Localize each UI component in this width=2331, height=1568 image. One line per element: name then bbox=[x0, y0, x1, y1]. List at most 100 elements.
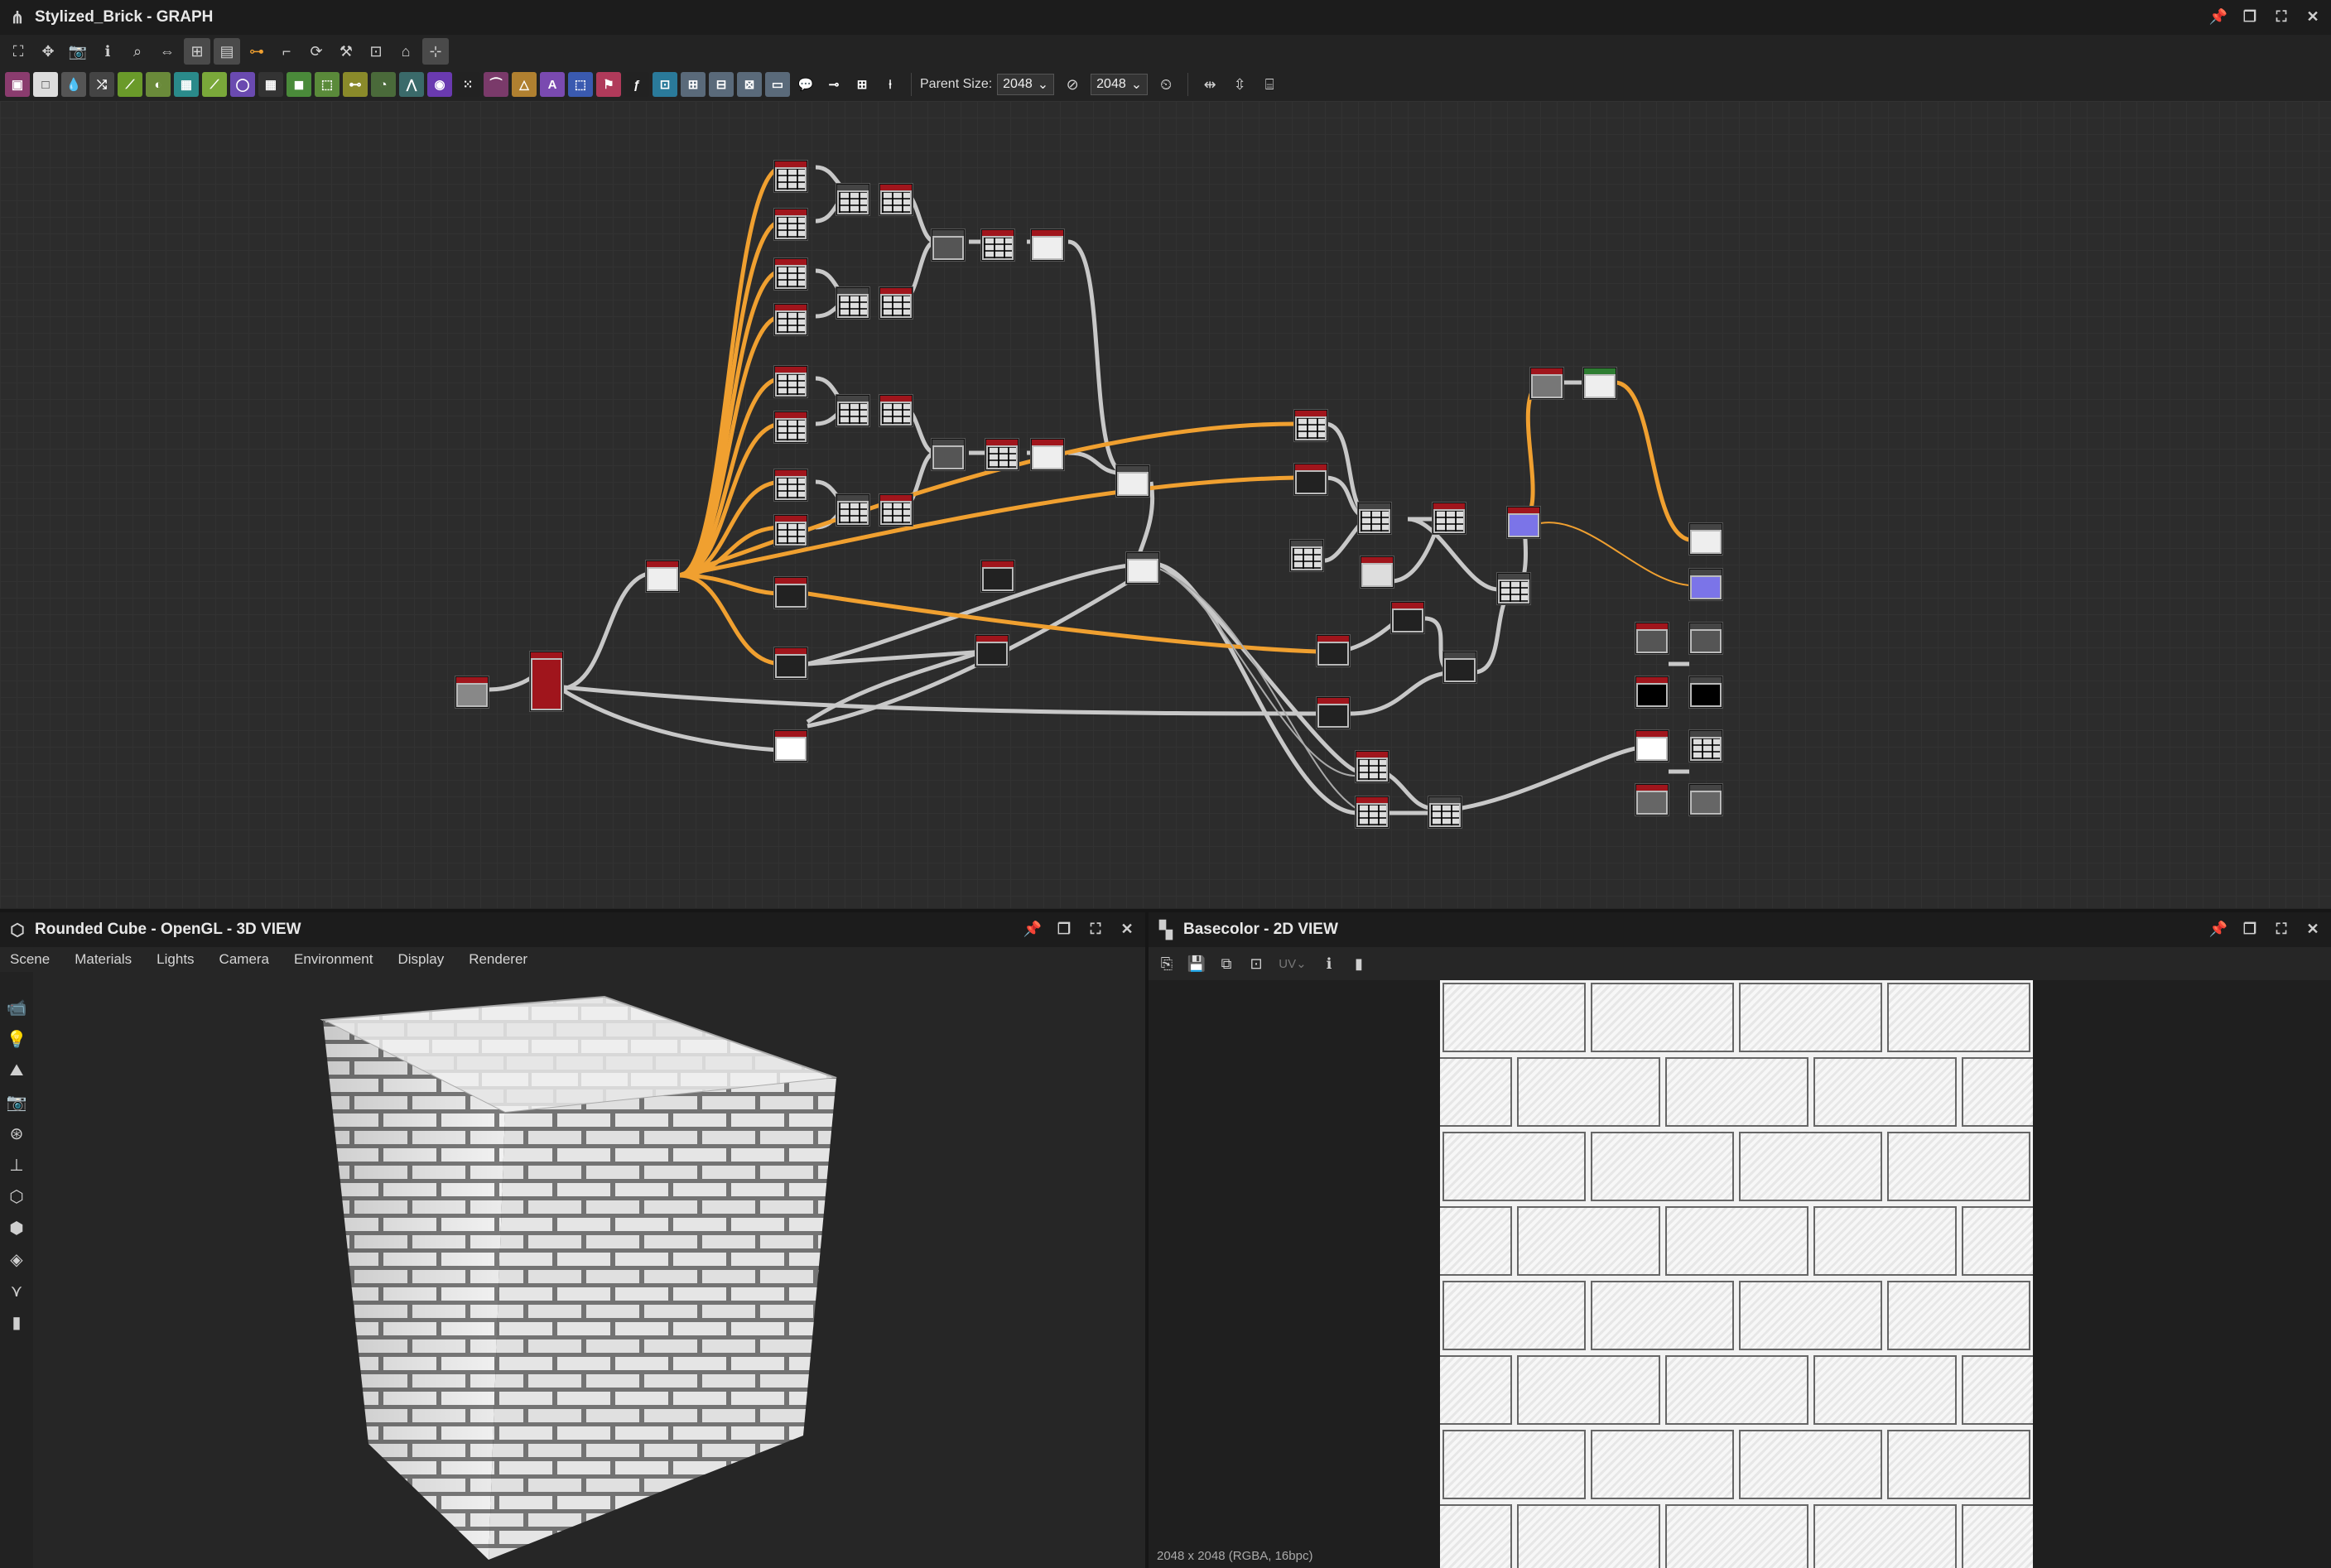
output-size-dropdown[interactable]: 2048 ⌄ bbox=[1091, 74, 1149, 95]
graph-node[interactable] bbox=[1126, 552, 1159, 584]
wireframe-icon[interactable]: ⊛ bbox=[4, 1121, 29, 1146]
graph-node[interactable] bbox=[1031, 439, 1064, 470]
menu-lights[interactable]: Lights bbox=[157, 951, 194, 968]
menu-scene[interactable]: Scene bbox=[10, 951, 50, 968]
graph-node[interactable] bbox=[1583, 368, 1616, 399]
grayscale-node-icon[interactable]: ◐ bbox=[146, 72, 171, 97]
reset-size-icon[interactable]: ⏲ bbox=[1153, 71, 1179, 98]
graph-node[interactable] bbox=[1433, 503, 1466, 534]
graph-node[interactable] bbox=[1290, 540, 1323, 571]
graph-node[interactable] bbox=[985, 439, 1019, 470]
frame-all-icon[interactable]: ⛶ bbox=[5, 38, 31, 65]
graph-node[interactable] bbox=[1361, 556, 1394, 588]
tangent-icon[interactable]: ⋎ bbox=[4, 1278, 29, 1303]
graph-node[interactable] bbox=[1391, 602, 1424, 633]
link-size-icon[interactable]: ⊘ bbox=[1059, 71, 1086, 98]
close-icon[interactable]: ✕ bbox=[2303, 7, 2323, 26]
link-angle-icon[interactable]: ⌐ bbox=[273, 38, 300, 65]
comment-node-icon[interactable]: ▭ bbox=[765, 72, 790, 97]
screenshot-icon[interactable]: 📷 bbox=[4, 1089, 29, 1114]
subgraph-node-icon[interactable]: ⊠ bbox=[737, 72, 762, 97]
pin-icon[interactable]: 📌 bbox=[1023, 919, 1043, 939]
warning-node-icon[interactable]: △ bbox=[512, 72, 537, 97]
histogram-icon[interactable]: ▮ bbox=[1346, 950, 1372, 977]
output-node-icon[interactable]: ⊞ bbox=[681, 72, 706, 97]
stats-icon[interactable]: ▮ bbox=[4, 1310, 29, 1335]
menu-materials[interactable]: Materials bbox=[75, 951, 132, 968]
bounding-box-icon[interactable]: ⬢ bbox=[4, 1215, 29, 1240]
info-icon[interactable]: ℹ bbox=[1316, 950, 1342, 977]
view3d-viewport[interactable] bbox=[33, 972, 1145, 1568]
graph-node[interactable] bbox=[1358, 503, 1391, 534]
graph-node[interactable] bbox=[932, 229, 965, 261]
graph-node[interactable] bbox=[1428, 796, 1462, 828]
graph-node[interactable] bbox=[1031, 229, 1064, 261]
svg-node-icon[interactable]: □ bbox=[33, 72, 58, 97]
graph-node[interactable] bbox=[1530, 368, 1563, 399]
pixel-processor-icon[interactable]: ƒ bbox=[624, 72, 649, 97]
float-icon[interactable]: ❐ bbox=[1054, 919, 1074, 939]
parent-size-dropdown[interactable]: 2048 ⌄ bbox=[997, 74, 1055, 95]
edge-node-icon[interactable]: ⊷ bbox=[343, 72, 368, 97]
transform-node-icon[interactable]: ⤮ bbox=[89, 72, 114, 97]
graph-node[interactable] bbox=[646, 560, 679, 592]
grid-snap-icon[interactable]: ⊹ bbox=[422, 38, 449, 65]
output-node[interactable] bbox=[1689, 784, 1722, 815]
graph-node[interactable] bbox=[1317, 697, 1350, 729]
axis-icon[interactable]: ⊥ bbox=[4, 1152, 29, 1177]
save-icon[interactable]: 💾 bbox=[1183, 950, 1210, 977]
float-icon[interactable]: ❐ bbox=[2240, 919, 2260, 939]
close-icon[interactable]: ✕ bbox=[1117, 919, 1137, 939]
graph-node[interactable] bbox=[836, 395, 869, 426]
align-horizontal-icon[interactable]: ⇹ bbox=[1197, 71, 1223, 98]
text-curve-node-icon[interactable]: ⏜ bbox=[484, 72, 508, 97]
refresh-icon[interactable]: ⟳ bbox=[303, 38, 330, 65]
graph-node[interactable] bbox=[1356, 796, 1389, 828]
graph-node[interactable] bbox=[774, 577, 807, 608]
graph-node[interactable] bbox=[981, 229, 1014, 261]
output-node[interactable] bbox=[1689, 730, 1722, 762]
output-node-basecolor[interactable] bbox=[1689, 523, 1722, 555]
graph-node[interactable] bbox=[932, 439, 965, 470]
graph-node[interactable] bbox=[774, 366, 807, 397]
output-node[interactable] bbox=[1635, 676, 1669, 708]
menu-environment[interactable]: Environment bbox=[294, 951, 373, 968]
frame-selected-icon[interactable]: ✥ bbox=[35, 38, 61, 65]
graph-node[interactable] bbox=[1497, 573, 1530, 604]
graph-node[interactable] bbox=[879, 184, 913, 215]
output-node[interactable] bbox=[1635, 730, 1669, 762]
graph-node[interactable] bbox=[774, 411, 807, 443]
input-node-icon[interactable]: ⊡ bbox=[653, 72, 677, 97]
info-icon[interactable]: ℹ bbox=[94, 38, 121, 65]
frames-icon[interactable]: ▤ bbox=[214, 38, 240, 65]
graph-node[interactable] bbox=[836, 184, 869, 215]
graph-canvas[interactable] bbox=[0, 101, 2331, 908]
graph-node[interactable] bbox=[774, 304, 807, 335]
text-node-icon[interactable]: A bbox=[540, 72, 565, 97]
color-node-icon[interactable]: ◉ bbox=[427, 72, 452, 97]
graph-node[interactable] bbox=[1294, 464, 1327, 495]
output-node[interactable] bbox=[1635, 623, 1669, 654]
align-vertical-icon[interactable]: ⇳ bbox=[1226, 71, 1253, 98]
graph-node-normal[interactable] bbox=[1507, 507, 1540, 538]
graph-node-bricks[interactable] bbox=[530, 652, 563, 711]
blend-node-icon[interactable]: 💧 bbox=[61, 72, 86, 97]
graph-node[interactable] bbox=[836, 494, 869, 526]
output-node[interactable] bbox=[1689, 623, 1722, 654]
warp-node-icon[interactable]: ⬚ bbox=[315, 72, 340, 97]
graph-node[interactable] bbox=[455, 676, 489, 708]
tile-node-icon[interactable]: ▦ bbox=[258, 72, 283, 97]
maximize-icon[interactable]: ⛶ bbox=[2271, 7, 2291, 26]
fxmap-node-icon[interactable]: ⁙ bbox=[455, 72, 480, 97]
light-icon[interactable]: 💡 bbox=[4, 1027, 29, 1051]
output-node[interactable] bbox=[1689, 676, 1722, 708]
graph-node[interactable] bbox=[879, 287, 913, 319]
copy-icon[interactable]: ⧉ bbox=[1213, 950, 1240, 977]
pin-icon[interactable]: 📌 bbox=[2208, 919, 2228, 939]
graph-node[interactable] bbox=[981, 560, 1014, 592]
menu-camera[interactable]: Camera bbox=[219, 951, 269, 968]
graph-node[interactable] bbox=[774, 258, 807, 290]
graph-node[interactable] bbox=[879, 494, 913, 526]
publish-icon[interactable]: ⊡ bbox=[363, 38, 389, 65]
graph-node[interactable] bbox=[774, 209, 807, 240]
